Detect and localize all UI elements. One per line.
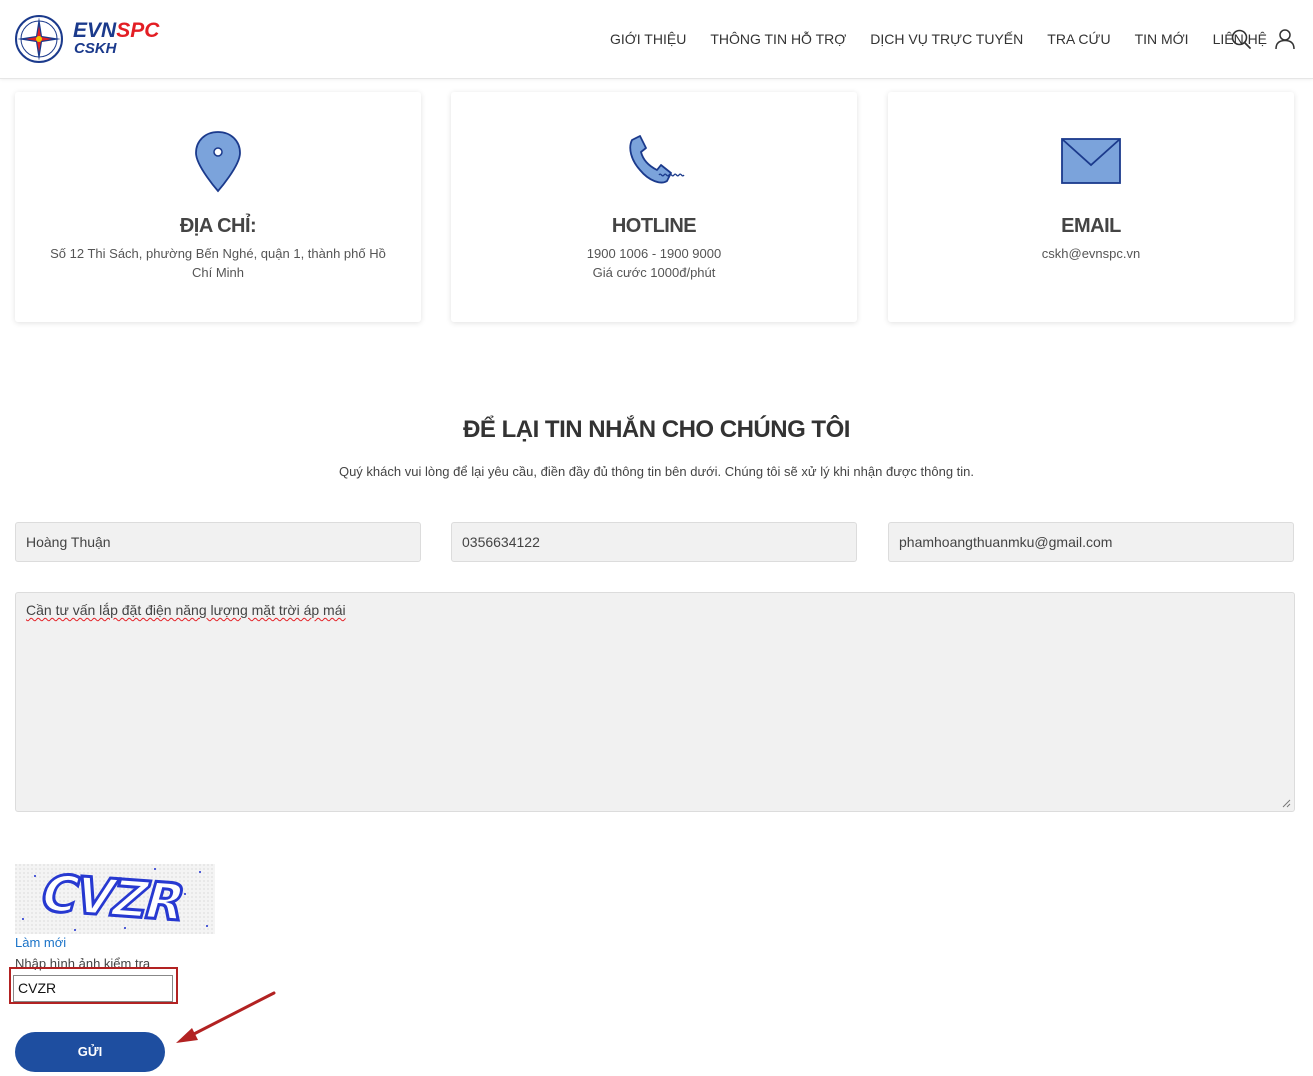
name-input[interactable]: Hoàng Thuận (15, 522, 421, 562)
hotline-card: HOTLINE 1900 1006 - 1900 9000 Giá cước 1… (451, 92, 857, 322)
nav-item-dich-vu-truc-tuyen[interactable]: DỊCH VỤ TRỰC TUYẾN (870, 29, 1023, 49)
submit-button[interactable]: GỬI (15, 1032, 165, 1072)
user-icon[interactable] (1274, 28, 1296, 50)
captcha-refresh-link[interactable]: Làm mới (15, 935, 66, 951)
nav-item-tra-cuu[interactable]: TRA CỨU (1047, 29, 1110, 49)
phone-input[interactable]: 0356634122 (451, 522, 857, 562)
envelope-icon (1061, 138, 1121, 184)
form-subtitle: Quý khách vui lòng để lại yêu cầu, điền … (338, 464, 975, 479)
search-icon[interactable] (1230, 28, 1252, 50)
message-textarea[interactable]: Cần tư vấn lắp đặt điện năng lượng mặt t… (15, 592, 1295, 812)
main-nav: GIỚI THIỆU THÔNG TIN HỖ TRỢ DỊCH VỤ TRỰC… (610, 29, 1291, 49)
site-header: EVNSPC CSKH GIỚI THIỆU THÔNG TIN HỖ TRỢ … (0, 0, 1313, 79)
phone-icon (629, 135, 685, 184)
address-card: ĐỊA CHỈ: Số 12 Thi Sách, phường Bến Nghé… (15, 92, 421, 322)
captcha-text: CVZR (33, 864, 192, 933)
email-card: EMAIL cskh@evnspc.vn (888, 92, 1294, 322)
card-text: cskh@evnspc.vn (1041, 246, 1141, 261)
brand-logo[interactable]: EVNSPC CSKH (14, 14, 174, 66)
nav-item-tin-moi[interactable]: TIN MỚI (1135, 29, 1189, 49)
email-input[interactable]: phamhoangthuanmku@gmail.com (888, 522, 1294, 562)
captcha-image: CVZR (15, 864, 215, 934)
form-title: ĐỂ LẠI TIN NHẮN CHO CHÚNG TÔI (463, 416, 850, 443)
brand-subtitle: CSKH (74, 40, 117, 57)
card-title: ĐỊA CHỈ: (179, 215, 257, 237)
location-pin-icon (195, 131, 241, 193)
evn-star-logo-icon (15, 15, 63, 63)
message-text: Cần tư vấn lắp đặt điện năng lượng mặt t… (26, 602, 346, 618)
card-title: EMAIL (1061, 215, 1121, 237)
annotation-arrow-icon (176, 991, 276, 1043)
hotline-numbers: 1900 1006 - 1900 9000 (586, 246, 722, 261)
card-text: 1900 1006 - 1900 9000 Giá cước 1000đ/phú… (481, 244, 827, 282)
nav-item-gioi-thieu[interactable]: GIỚI THIỆU (610, 29, 686, 49)
captcha-input[interactable]: CVZR (13, 975, 173, 1002)
card-title: HOTLINE (611, 215, 697, 237)
resize-grip-icon[interactable] (1281, 798, 1291, 808)
card-text: Số 12 Thi Sách, phường Bến Nghé, quận 1,… (50, 246, 386, 280)
hotline-price: Giá cước 1000đ/phút (592, 265, 716, 280)
nav-item-thong-tin-ho-tro[interactable]: THÔNG TIN HỖ TRỢ (710, 29, 846, 49)
